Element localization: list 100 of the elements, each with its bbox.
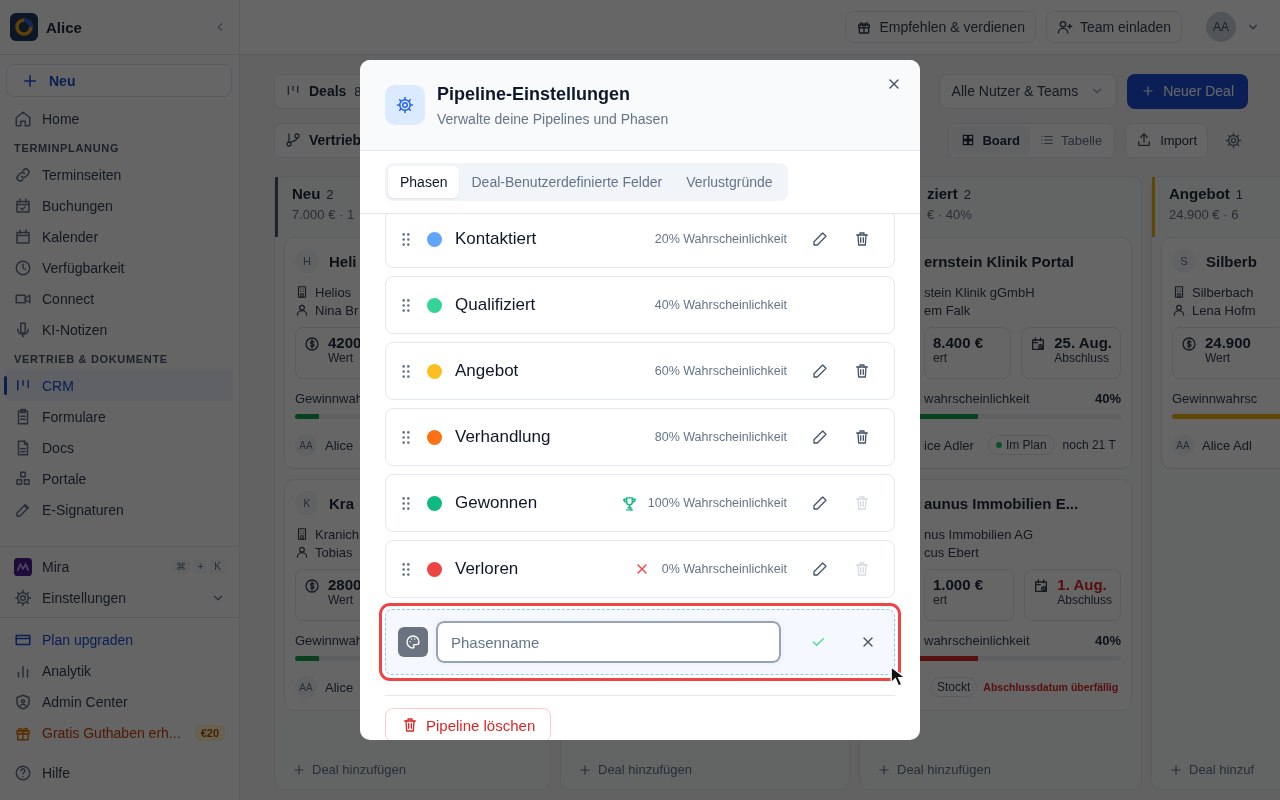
- column-title: Neu: [292, 185, 321, 202]
- tab[interactable]: Verlustgründe: [674, 166, 785, 198]
- dollar-icon: [304, 336, 320, 352]
- owner-avatar: AA: [295, 676, 317, 698]
- trash-icon: [853, 429, 870, 445]
- phase-row[interactable]: Angebot 60% Wahrscheinlichkeit: [385, 342, 895, 400]
- phase-name: Kontaktiert: [455, 229, 538, 249]
- phase-probability: 0% Wahrscheinlichkeit: [661, 562, 787, 576]
- nav-item[interactable]: Einstellungen: [0, 582, 239, 613]
- add-deal-button[interactable]: Deal hinzuf: [1161, 758, 1280, 781]
- nav-item[interactable]: Home: [0, 103, 239, 134]
- column-count: 2: [326, 187, 334, 202]
- contact-name: Lena Hofm: [1192, 302, 1256, 318]
- grid-icon: [961, 133, 976, 147]
- owner-name: ice Adler: [924, 437, 974, 453]
- user-filter-dropdown[interactable]: Alle Nutzer & Teams: [938, 73, 1118, 109]
- tab[interactable]: Deal-Benutzerdefinierte Felder: [459, 166, 675, 198]
- owner-name: Alice: [325, 437, 354, 453]
- new-button[interactable]: Neu: [6, 64, 232, 97]
- plus-icon: [578, 762, 592, 777]
- probability-label: wahrscheinlichkeit: [924, 391, 1030, 406]
- deal-title: Silberb: [1206, 252, 1257, 270]
- deal-value: 4200: [328, 334, 362, 351]
- nav-item[interactable]: Gratis Guthaben erh... €20: [0, 717, 239, 748]
- nav-item[interactable]: Connect: [0, 283, 239, 314]
- phase-name: Angebot: [455, 361, 520, 381]
- calendar-clock-icon: [1030, 336, 1047, 352]
- nav-item[interactable]: Portale: [0, 463, 239, 494]
- phase-name: Gewonnen: [455, 493, 539, 513]
- assistant-logo-icon: [14, 557, 32, 576]
- nav-item[interactable]: E-Signaturen: [0, 494, 239, 525]
- view-tab[interactable]: Board: [951, 125, 1030, 155]
- company-name: Kranich: [315, 526, 360, 542]
- phase-row[interactable]: Qualifiziert 40% Wahrscheinlichkeit: [385, 276, 895, 334]
- deal-card[interactable]: S Silberb Silberbach Lena Hofm 24.900 Wert Gewinnwahrsc AA Alice Adl: [1161, 237, 1280, 469]
- import-button[interactable]: Import: [1125, 122, 1208, 158]
- nav-item[interactable]: Docs: [0, 432, 239, 463]
- company-initial: H: [295, 249, 319, 273]
- owner-avatar: AA: [1172, 434, 1194, 456]
- phase-name: Verloren: [455, 559, 520, 579]
- topbar-button[interactable]: Team einladen: [1045, 11, 1182, 43]
- date-label: Abschluss: [1054, 351, 1110, 365]
- trash-icon: [402, 717, 418, 733]
- deal-value: 1.000 €: [933, 576, 984, 593]
- deal-title: Heli: [329, 252, 357, 270]
- gear-icon: [14, 588, 32, 607]
- phase-row[interactable]: Verloren 0% Wahrscheinlichkeit: [385, 540, 895, 598]
- user-plus-icon: [1056, 19, 1073, 35]
- new-deal-button[interactable]: Neuer Deal: [1127, 73, 1248, 109]
- building-icon: [295, 527, 309, 541]
- nav-item[interactable]: KI-Notizen: [0, 314, 239, 345]
- add-deal-button[interactable]: Deal hinzufügen: [284, 758, 541, 781]
- color-picker-button[interactable]: [398, 627, 428, 657]
- phase-row[interactable]: Verhandlung 80% Wahrscheinlichkeit: [385, 408, 895, 466]
- topbar-button[interactable]: Empfehlen & verdienen: [845, 11, 1036, 43]
- plus-icon: [1169, 762, 1183, 777]
- list-icon: [1039, 133, 1054, 147]
- probability-label: Gewinnwahrsc: [1172, 391, 1258, 406]
- drag-handle-icon[interactable]: [402, 232, 410, 246]
- nav-item[interactable]: Analytik: [0, 655, 239, 686]
- view-tab[interactable]: Tabelle: [1029, 125, 1113, 155]
- nav-item[interactable]: Formulare: [0, 401, 239, 432]
- branch-icon: [285, 132, 301, 148]
- phase-row[interactable]: Gewonnen 100% Wahrscheinlichkeit: [385, 474, 895, 532]
- nav-item[interactable]: Terminseiten: [0, 159, 239, 190]
- column-summary: 7.000 € · 1: [292, 207, 356, 222]
- nav-item[interactable]: Kalender: [0, 221, 239, 252]
- tab[interactable]: Phasen: [388, 166, 460, 198]
- contact-name: Nina Br: [315, 302, 359, 318]
- plus-icon: [292, 762, 306, 777]
- company-name: nus Immobilien AG: [924, 526, 1034, 542]
- value-label: ert: [933, 351, 948, 365]
- phase-probability: 40% Wahrscheinlichkeit: [654, 298, 787, 312]
- phase-name-input[interactable]: Phasenname: [436, 621, 781, 663]
- pencil-icon: [811, 561, 828, 577]
- add-deal-button[interactable]: Deal hinzufügen: [869, 758, 1132, 781]
- contact-name: em Falk: [924, 302, 971, 318]
- nav-item[interactable]: Plan upgraden: [0, 624, 239, 655]
- link-icon: [14, 165, 32, 184]
- app-logo-icon: [10, 13, 38, 41]
- drag-handle-icon[interactable]: [402, 496, 410, 510]
- drag-handle-icon[interactable]: [402, 430, 410, 444]
- nav-item[interactable]: Verfügbarkeit: [0, 252, 239, 283]
- nav-item[interactable]: Buchungen: [0, 190, 239, 221]
- company-name: stein Klinik gGmbH: [924, 284, 1035, 300]
- phase-probability: 80% Wahrscheinlichkeit: [654, 430, 787, 444]
- drag-handle-icon[interactable]: [402, 364, 410, 378]
- probability-label: wahrscheinlichkeit: [924, 633, 1030, 648]
- drag-handle-icon[interactable]: [402, 298, 410, 312]
- user-icon: [1172, 303, 1186, 317]
- plus-icon: [877, 762, 891, 777]
- nav-item[interactable]: CRM: [6, 370, 233, 401]
- microphone-icon: [14, 320, 32, 339]
- column-count: 2: [963, 187, 972, 202]
- palette-icon: [405, 634, 421, 650]
- drag-handle-icon[interactable]: [402, 562, 410, 576]
- add-deal-button[interactable]: Deal hinzufügen: [570, 758, 840, 781]
- nav-item[interactable]: Admin Center: [0, 686, 239, 717]
- trophy-icon: [620, 494, 638, 512]
- nav-item[interactable]: Hilfe: [0, 757, 239, 788]
